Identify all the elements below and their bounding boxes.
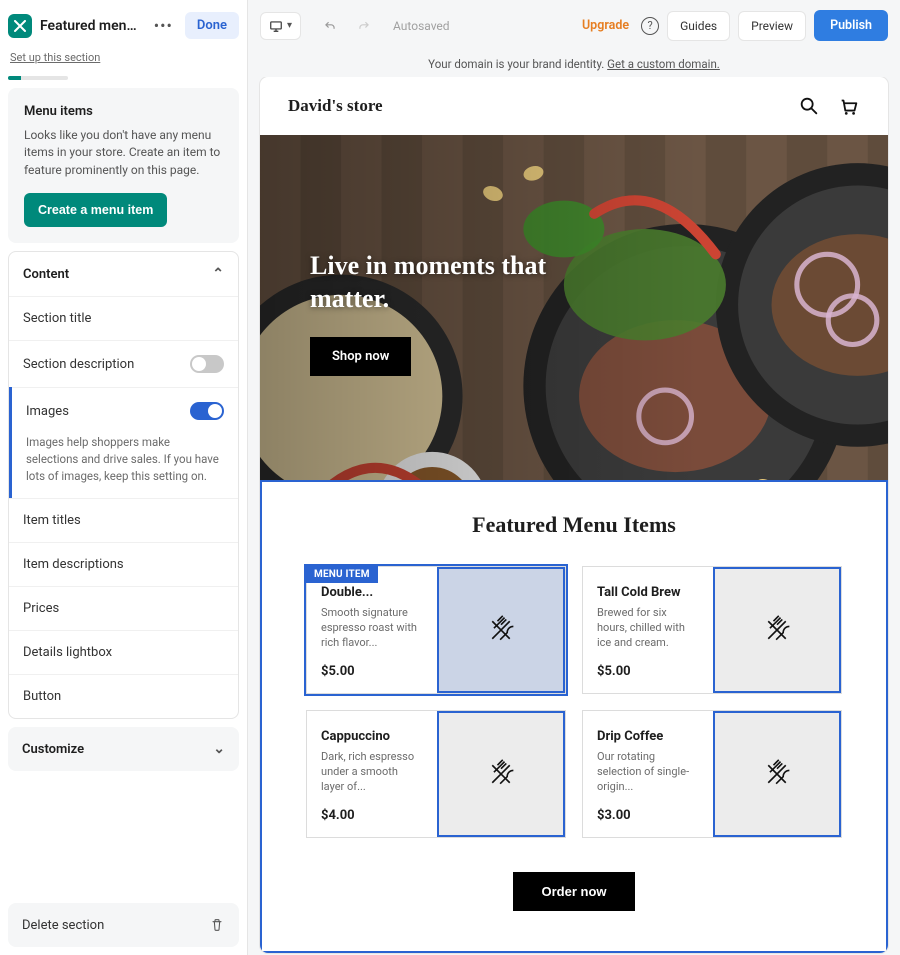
row-section-title[interactable]: Section title xyxy=(9,296,238,340)
row-label: Section description xyxy=(23,357,134,372)
menu-item-card[interactable]: Cappuccino Dark, rich espresso under a s… xyxy=(306,710,566,838)
site-header: David's store xyxy=(260,77,888,135)
site-canvas: David's store xyxy=(260,77,888,953)
order-now-button[interactable]: Order now xyxy=(513,872,634,911)
row-label: Section title xyxy=(23,311,91,326)
publish-button[interactable]: Publish xyxy=(814,10,888,41)
setup-progress xyxy=(8,76,68,80)
menu-item-price: $5.00 xyxy=(597,664,699,679)
panel-body: Looks like you don't have any menu items… xyxy=(24,127,223,179)
featured-section[interactable]: Featured Menu Items MENU ITEM Double... … xyxy=(260,480,888,953)
row-label: Prices xyxy=(23,601,59,616)
content-card: Content ⌃ Section title Section descript… xyxy=(8,251,239,719)
cart-icon[interactable] xyxy=(838,95,860,117)
menu-item-tag: MENU ITEM xyxy=(306,566,378,583)
utensils-icon xyxy=(486,615,516,645)
domain-banner: Your domain is your brand identity. Get … xyxy=(248,51,900,77)
undo-button[interactable] xyxy=(315,13,345,39)
guides-button[interactable]: Guides xyxy=(667,11,730,41)
menu-item-image-placeholder[interactable] xyxy=(713,711,841,837)
content-heading: Content xyxy=(23,267,69,282)
editor-sidebar: Featured menu it... ••• Done Set up this… xyxy=(0,0,248,955)
hero-content: Live in moments thatmatter. Shop now xyxy=(310,250,546,376)
row-label: Details lightbox xyxy=(23,645,112,660)
row-images-header[interactable]: Images xyxy=(12,387,238,434)
topbar: ▾ Autosaved Upgrade ? Guides Preview Pub… xyxy=(248,0,900,51)
menu-item-title: Drip Coffee xyxy=(597,729,699,744)
menu-item-card[interactable]: MENU ITEM Double... Smooth signature esp… xyxy=(306,566,566,694)
hero-section: Live in moments thatmatter. Shop now xyxy=(260,135,888,480)
preview-button[interactable]: Preview xyxy=(738,11,806,41)
row-label: Button xyxy=(23,689,61,704)
autosaved-label: Autosaved xyxy=(393,19,450,33)
upgrade-link[interactable]: Upgrade xyxy=(582,18,629,33)
menu-items-panel: Menu items Looks like you don't have any… xyxy=(8,88,239,243)
hero-title: Live in moments thatmatter. xyxy=(310,250,546,315)
menu-item-image-placeholder[interactable] xyxy=(437,711,565,837)
main-area: ▾ Autosaved Upgrade ? Guides Preview Pub… xyxy=(248,0,900,955)
customize-label: Customize xyxy=(22,742,84,757)
site-title: David's store xyxy=(288,96,383,116)
images-help-text: Images help shoppers make selections and… xyxy=(12,434,238,498)
row-label: Item descriptions xyxy=(23,557,124,572)
row-button[interactable]: Button xyxy=(9,674,238,718)
row-item-titles[interactable]: Item titles xyxy=(9,498,238,542)
get-domain-link[interactable]: Get a custom domain. xyxy=(607,57,720,71)
redo-button[interactable] xyxy=(349,13,379,39)
featured-heading: Featured Menu Items xyxy=(282,512,866,538)
chevron-down-icon: ▾ xyxy=(287,20,292,31)
images-toggle[interactable] xyxy=(190,402,224,420)
section-name: Featured menu it... xyxy=(40,18,142,34)
menu-item-price: $3.00 xyxy=(597,808,699,823)
row-section-description[interactable]: Section description xyxy=(9,340,238,387)
sidebar-header: Featured menu it... ••• Done xyxy=(8,8,239,43)
trash-icon xyxy=(209,917,225,933)
more-icon[interactable]: ••• xyxy=(150,16,177,35)
utensils-icon xyxy=(762,615,792,645)
section-description-toggle[interactable] xyxy=(190,355,224,373)
search-icon[interactable] xyxy=(798,95,820,117)
help-icon[interactable]: ? xyxy=(641,17,659,35)
menu-item-description: Smooth signature espresso roast with ric… xyxy=(321,606,423,650)
menu-item-price: $4.00 xyxy=(321,808,423,823)
customize-section[interactable]: Customize ⌄ xyxy=(8,727,239,771)
panel-heading: Menu items xyxy=(24,104,223,119)
menu-item-title: Cappuccino xyxy=(321,729,423,744)
menu-item-card[interactable]: Tall Cold Brew Brewed for six hours, chi… xyxy=(582,566,842,694)
row-item-descriptions[interactable]: Item descriptions xyxy=(9,542,238,586)
chevron-up-icon: ⌃ xyxy=(212,266,224,282)
row-label: Images xyxy=(26,404,69,419)
row-label: Item titles xyxy=(23,513,81,528)
menu-item-description: Brewed for six hours, chilled with ice a… xyxy=(597,606,699,650)
menu-item-price: $5.00 xyxy=(321,664,423,679)
menu-item-card[interactable]: Drip Coffee Our rotating selection of si… xyxy=(582,710,842,838)
chevron-down-icon: ⌄ xyxy=(213,741,225,757)
menu-item-description: Our rotating selection of single-origin.… xyxy=(597,750,699,794)
close-icon[interactable] xyxy=(8,14,32,38)
content-header[interactable]: Content ⌃ xyxy=(9,252,238,296)
shop-now-button[interactable]: Shop now xyxy=(310,337,411,376)
viewport-selector[interactable]: ▾ xyxy=(260,12,301,40)
banner-text: Your domain is your brand identity. xyxy=(428,57,607,71)
menu-item-image-placeholder[interactable] xyxy=(713,567,841,693)
delete-label: Delete section xyxy=(22,918,104,933)
menu-item-title: Double... xyxy=(321,585,423,600)
utensils-icon xyxy=(486,759,516,789)
utensils-icon xyxy=(762,759,792,789)
create-menu-item-button[interactable]: Create a menu item xyxy=(24,193,167,227)
menu-item-description: Dark, rich espresso under a smooth layer… xyxy=(321,750,423,794)
row-prices[interactable]: Prices xyxy=(9,586,238,630)
row-images: Images Images help shoppers make selecti… xyxy=(9,387,238,498)
menu-item-image-placeholder[interactable] xyxy=(437,567,565,693)
done-button[interactable]: Done xyxy=(185,12,239,39)
setup-link[interactable]: Set up this section xyxy=(8,51,239,64)
menu-grid: MENU ITEM Double... Smooth signature esp… xyxy=(306,566,842,838)
row-details-lightbox[interactable]: Details lightbox xyxy=(9,630,238,674)
delete-section-button[interactable]: Delete section xyxy=(8,903,239,947)
menu-item-title: Tall Cold Brew xyxy=(597,585,699,600)
